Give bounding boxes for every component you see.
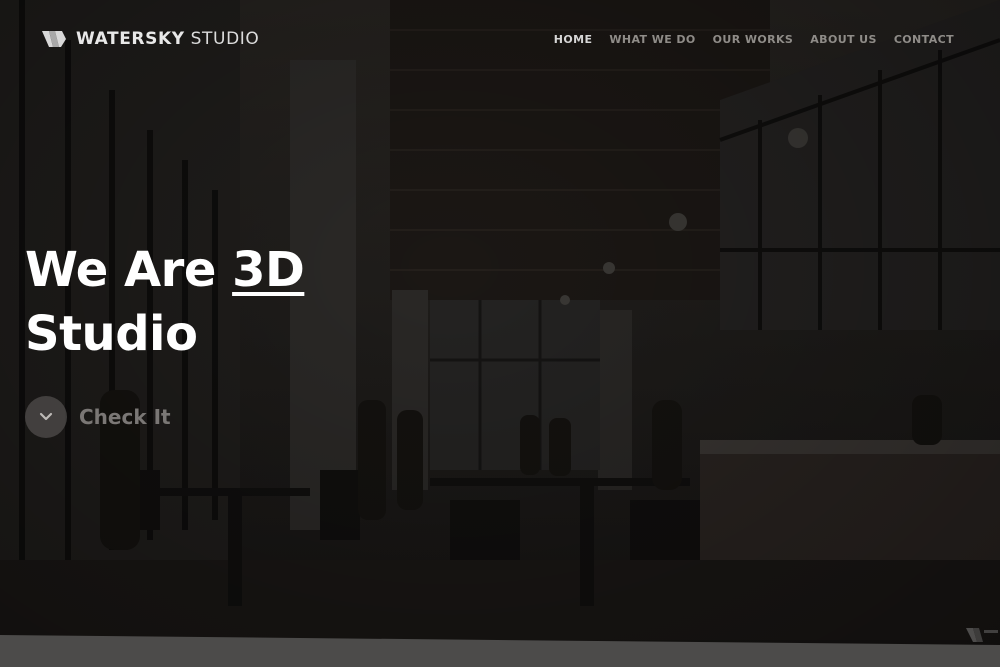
- nav-contact[interactable]: CONTACT: [894, 33, 954, 46]
- brand-name-light: STUDIO: [190, 29, 260, 49]
- check-it-button[interactable]: Check It: [25, 396, 171, 438]
- chevron-down-icon: [39, 412, 53, 421]
- brand-logo[interactable]: WATERSKY STUDIO: [40, 27, 259, 51]
- main-nav: HOME WHAT WE DO OUR WORKS ABOUT US CONTA…: [554, 33, 954, 46]
- cta-circle: [25, 396, 67, 438]
- hero-title-line-1: We Are 3D: [25, 238, 305, 302]
- hero-title-prefix: We Are: [25, 242, 216, 298]
- nav-our-works[interactable]: OUR WORKS: [713, 33, 794, 46]
- nav-about-us[interactable]: ABOUT US: [810, 33, 877, 46]
- site-header: WATERSKY STUDIO HOME WHAT WE DO OUR WORK…: [0, 0, 1000, 78]
- brand-name: WATERSKY STUDIO: [76, 29, 259, 49]
- cta-label: Check It: [79, 405, 171, 429]
- watersky-logo-icon: [42, 31, 66, 47]
- hero-title-highlight: 3D: [232, 242, 305, 298]
- hero-title: We Are 3D Studio: [25, 238, 305, 366]
- nav-what-we-do[interactable]: WHAT WE DO: [609, 33, 695, 46]
- watermark-logo-icon: [966, 628, 998, 642]
- hero-title-line-2: Studio: [25, 306, 198, 362]
- brand-name-bold: WATERSKY: [76, 29, 185, 49]
- nav-home[interactable]: HOME: [554, 33, 593, 46]
